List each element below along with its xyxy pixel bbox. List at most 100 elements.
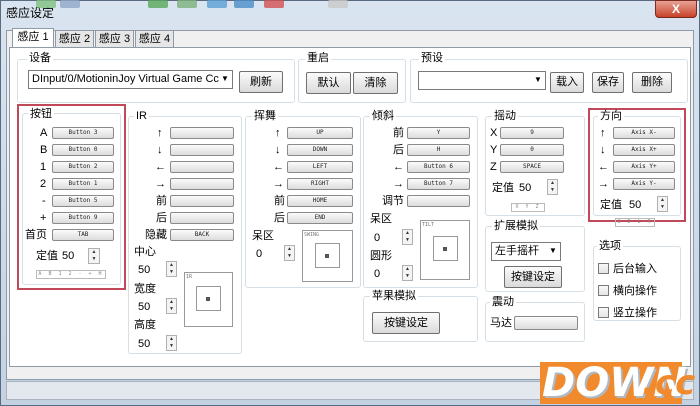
shake-map-value[interactable]: 0 bbox=[500, 144, 564, 156]
button-map-value[interactable]: Button 5 bbox=[52, 195, 114, 207]
option-checkbox[interactable] bbox=[598, 285, 609, 296]
ir-center-spinner[interactable]: ▲ ▼ bbox=[166, 261, 177, 277]
swing-deadzone-spinner[interactable]: ▲ ▼ bbox=[284, 245, 295, 261]
swing-map-value[interactable]: LEFT bbox=[287, 161, 353, 173]
button-map-value[interactable]: TAB bbox=[52, 229, 114, 241]
swing-map-value[interactable]: END bbox=[287, 212, 353, 224]
swing-map-label: → bbox=[273, 178, 284, 190]
option-background-input-label: 后台输入 bbox=[613, 263, 657, 275]
button-map-value[interactable]: Button 1 bbox=[52, 178, 114, 190]
button-map-value[interactable]: Button 0 bbox=[52, 144, 114, 156]
tilt-deadzone-label: 呆区 bbox=[370, 213, 392, 225]
direction-map-value[interactable]: Axis Y+ bbox=[613, 161, 675, 173]
tab-sense-4[interactable]: 感应 4 bbox=[135, 30, 174, 47]
clear-button[interactable]: 清除 bbox=[353, 72, 398, 94]
tilt-group-title: 倾斜 bbox=[370, 110, 396, 123]
button-map-value[interactable]: Button 9 bbox=[52, 212, 114, 224]
ir-height-spinner[interactable]: ▲ ▼ bbox=[166, 335, 177, 351]
button-map-value[interactable]: Button 3 bbox=[52, 127, 114, 139]
taskbar-deco-icon bbox=[328, 0, 348, 8]
tab-sense-1[interactable]: 感应 1 bbox=[12, 28, 54, 48]
swing-group-title: 挥舞 bbox=[252, 110, 278, 123]
ir-map-value[interactable] bbox=[170, 212, 234, 224]
shake-map-value[interactable]: 9 bbox=[500, 127, 564, 139]
option-checkbox[interactable] bbox=[598, 307, 609, 318]
ir-height-value[interactable]: 50 bbox=[138, 338, 150, 351]
swing-map-label: ↑ bbox=[275, 127, 281, 139]
swing-preview-label: SWING bbox=[304, 232, 320, 238]
load-button[interactable]: 载入 bbox=[550, 72, 584, 93]
ir-map-value[interactable] bbox=[170, 178, 234, 190]
direction-map-value[interactable]: Axis X+ bbox=[613, 144, 675, 156]
save-button[interactable]: 保存 bbox=[592, 72, 624, 93]
swing-map-value[interactable]: UP bbox=[287, 127, 353, 139]
ir-map-value[interactable] bbox=[170, 161, 234, 173]
chevron-down-icon: ▼ bbox=[221, 74, 229, 83]
tilt-map-label: 调节 bbox=[382, 195, 404, 207]
shake-threshold-value[interactable]: 50 bbox=[519, 182, 531, 195]
ir-height-label: 高度 bbox=[134, 319, 156, 331]
title-bar: 感应设定 X bbox=[0, 0, 700, 24]
preset-select[interactable] bbox=[418, 71, 546, 90]
direction-group-title: 方向 bbox=[598, 110, 624, 123]
direction-map-value[interactable]: Axis X- bbox=[613, 127, 675, 139]
button-map-value[interactable]: Button 2 bbox=[52, 161, 114, 173]
tilt-map-value[interactable]: Button 7 bbox=[407, 178, 470, 190]
ir-group-title: IR bbox=[134, 110, 149, 123]
taskbar-deco-icon bbox=[36, 0, 56, 8]
ir-map-value[interactable] bbox=[170, 195, 234, 207]
direction-map-label: → bbox=[598, 178, 609, 190]
default-button[interactable]: 默认 bbox=[306, 72, 351, 94]
options-group-title: 选项 bbox=[597, 240, 623, 253]
tilt-deadzone-spinner[interactable]: ▲ ▼ bbox=[402, 229, 413, 245]
shake-map-label: Y bbox=[490, 144, 498, 156]
tilt-circle-value[interactable]: 0 bbox=[374, 268, 380, 281]
ir-map-value[interactable] bbox=[170, 127, 234, 139]
threshold-value[interactable]: 50 bbox=[62, 250, 74, 263]
tilt-map-value[interactable]: H bbox=[407, 144, 470, 156]
tilt-map-value[interactable]: Button 6 bbox=[407, 161, 470, 173]
ir-width-value[interactable]: 50 bbox=[138, 301, 150, 314]
tab-sense-2[interactable]: 感应 2 bbox=[55, 30, 94, 47]
shake-map-label: Z bbox=[490, 161, 497, 173]
swing-deadzone-value[interactable]: 0 bbox=[256, 248, 262, 261]
ir-width-spinner[interactable]: ▲ ▼ bbox=[166, 298, 177, 314]
ir-center-value[interactable]: 50 bbox=[138, 264, 150, 277]
button-map-label: A bbox=[40, 127, 48, 139]
tilt-circle-spinner[interactable]: ▲ ▼ bbox=[402, 265, 413, 281]
ir-map-value[interactable]: BACK bbox=[170, 229, 234, 241]
ir-map-value[interactable] bbox=[170, 144, 234, 156]
swing-map-value[interactable]: RIGHT bbox=[287, 178, 353, 190]
tilt-map-value[interactable]: Y bbox=[407, 127, 470, 139]
tilt-preview-label: TILT bbox=[422, 222, 435, 228]
tilt-map-value[interactable] bbox=[407, 195, 470, 207]
swing-map-value[interactable]: DOWN bbox=[287, 144, 353, 156]
ir-cursor-dot bbox=[206, 297, 210, 301]
swing-map-value[interactable]: HOME bbox=[287, 195, 353, 207]
option-checkbox[interactable] bbox=[598, 263, 609, 274]
ir-map-label: 隐藏 bbox=[145, 229, 167, 241]
device-select[interactable]: DInput/0/MotioninJoy Virtual Game Cc bbox=[28, 70, 233, 89]
ir-center-label: 中心 bbox=[134, 246, 156, 258]
motor-label: 马达 bbox=[490, 317, 512, 329]
tab-sense-3[interactable]: 感应 3 bbox=[95, 30, 134, 47]
swing-map-label: 前 bbox=[274, 195, 285, 207]
direction-threshold-value[interactable]: 50 bbox=[629, 199, 641, 212]
tilt-deadzone-value[interactable]: 0 bbox=[374, 232, 380, 245]
refresh-button[interactable]: 刷新 bbox=[239, 71, 283, 93]
taskbar-deco-icon bbox=[177, 0, 197, 8]
close-button[interactable]: X bbox=[655, 0, 697, 18]
shake-threshold-label: 定值 bbox=[492, 182, 514, 194]
chevron-down-icon: ▼ bbox=[549, 246, 557, 255]
extension-keyset-button[interactable]: 按键设定 bbox=[504, 266, 562, 288]
threshold-spinner[interactable]: ▲ ▼ bbox=[88, 248, 100, 264]
apple-keyset-button[interactable]: 按键设定 bbox=[372, 312, 440, 334]
direction-map-value[interactable]: Axis Y- bbox=[613, 178, 675, 190]
shake-map-label: X bbox=[490, 127, 498, 139]
shake-threshold-spinner[interactable]: ▲ ▼ bbox=[547, 179, 558, 195]
shake-map-value[interactable]: SPACE bbox=[500, 161, 564, 173]
ir-map-label: ← bbox=[155, 161, 166, 173]
buttons-group-title: 按钮 bbox=[28, 108, 54, 121]
delete-button[interactable]: 删除 bbox=[632, 72, 672, 93]
direction-threshold-spinner[interactable]: ▲ ▼ bbox=[657, 196, 668, 212]
